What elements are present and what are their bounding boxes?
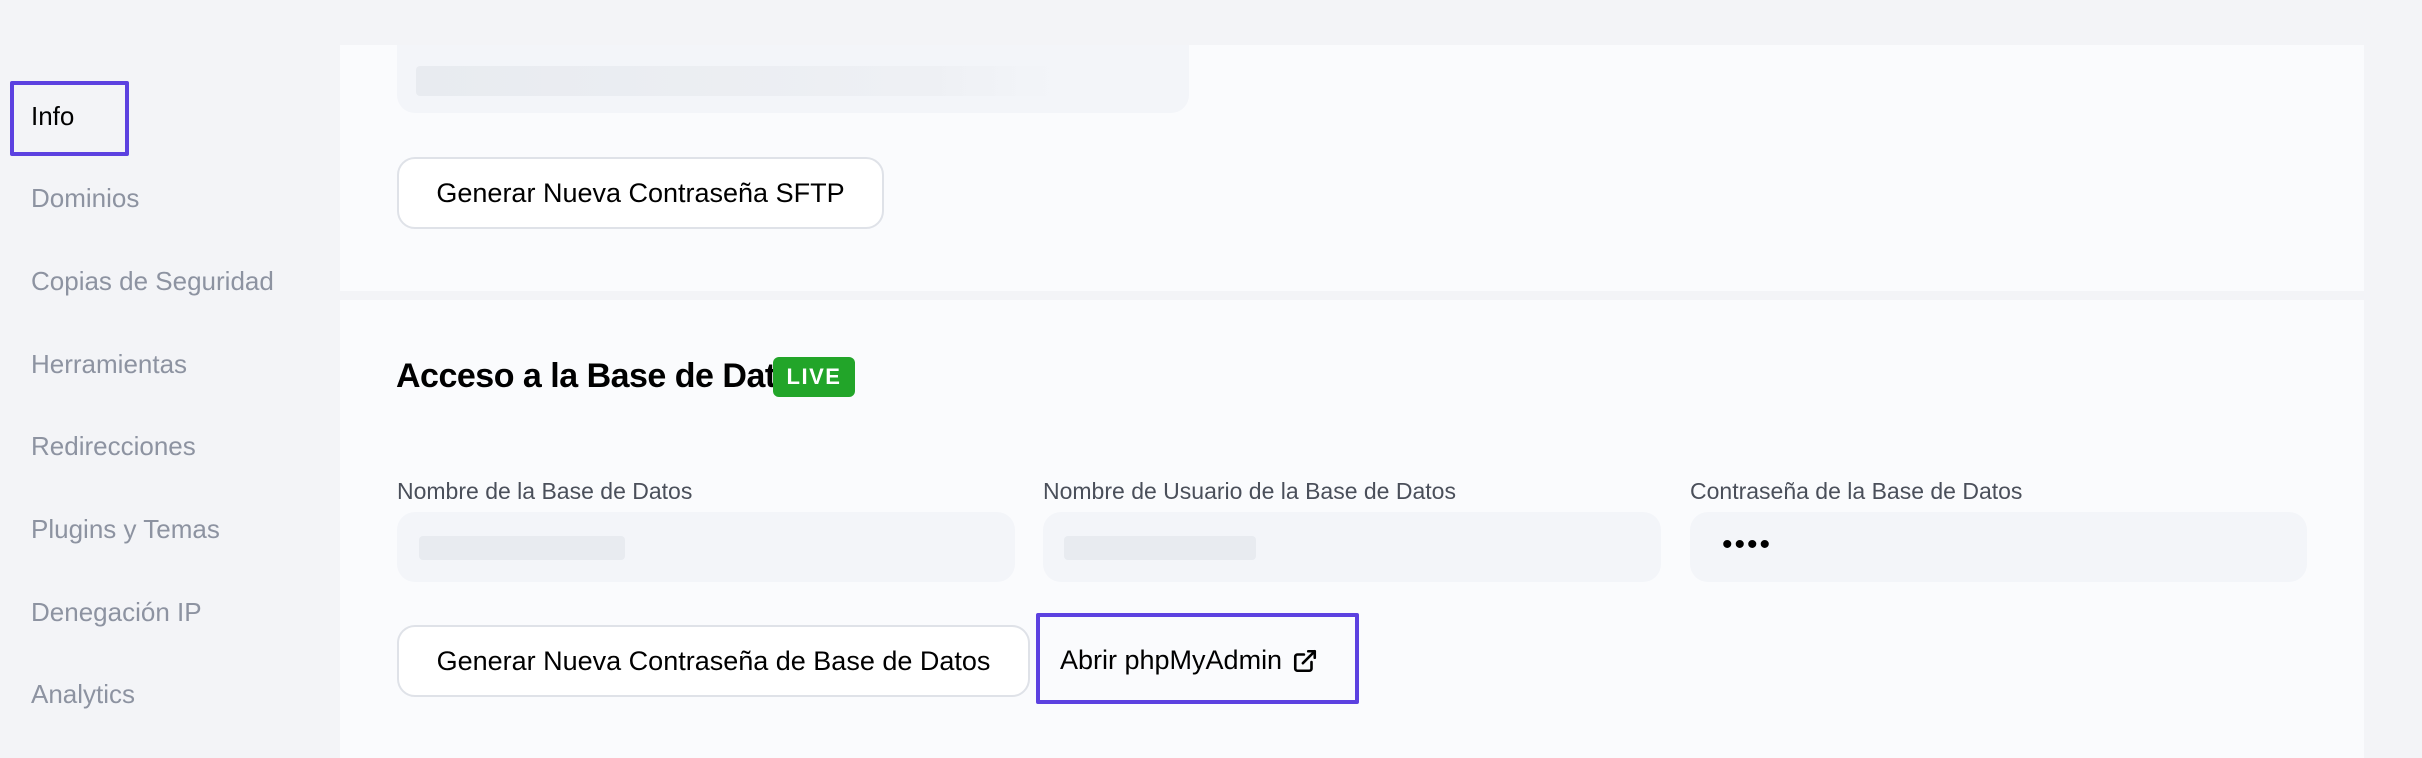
sidebar-item-analytics[interactable]: Analytics <box>31 679 135 710</box>
database-password-label: Contraseña de la Base de Datos <box>1690 478 2023 504</box>
sidebar-item-herramientas[interactable]: Herramientas <box>31 349 187 380</box>
external-link-icon <box>1294 649 1317 672</box>
database-name-label: Nombre de la Base de Datos <box>397 478 693 504</box>
open-phpmyadmin-link[interactable]: Abrir phpMyAdmin <box>1060 645 1318 676</box>
sidebar-item-plugins-y-temas[interactable]: Plugins y Temas <box>31 514 220 545</box>
sidebar-item-info[interactable]: Info <box>31 101 74 132</box>
sidebar-item-copias-de-seguridad[interactable]: Copias de Seguridad <box>31 266 274 297</box>
database-user-label: Nombre de Usuario de la Base de Datos <box>1043 478 1456 504</box>
sidebar-item-denegacion-ip[interactable]: Denegación IP <box>31 597 202 628</box>
sftp-field-placeholder <box>416 66 1056 96</box>
database-section-title: Acceso a la Base de Datos <box>396 357 815 395</box>
generate-sftp-password-button[interactable]: Generar Nueva Contraseña SFTP <box>397 157 884 229</box>
sidebar: Info Dominios Copias de Seguridad Herram… <box>0 0 340 758</box>
database-user-placeholder <box>1064 536 1256 560</box>
generate-database-password-button[interactable]: Generar Nueva Contraseña de Base de Dato… <box>397 625 1030 697</box>
database-name-placeholder <box>419 536 625 560</box>
database-password-field[interactable] <box>1690 512 2307 582</box>
sidebar-item-dominios[interactable]: Dominios <box>31 183 139 214</box>
database-password-value: •••• <box>1722 528 1773 561</box>
sidebar-item-redirecciones[interactable]: Redirecciones <box>31 431 196 462</box>
live-badge: LIVE <box>773 357 855 397</box>
open-phpmyadmin-label: Abrir phpMyAdmin <box>1060 645 1283 675</box>
